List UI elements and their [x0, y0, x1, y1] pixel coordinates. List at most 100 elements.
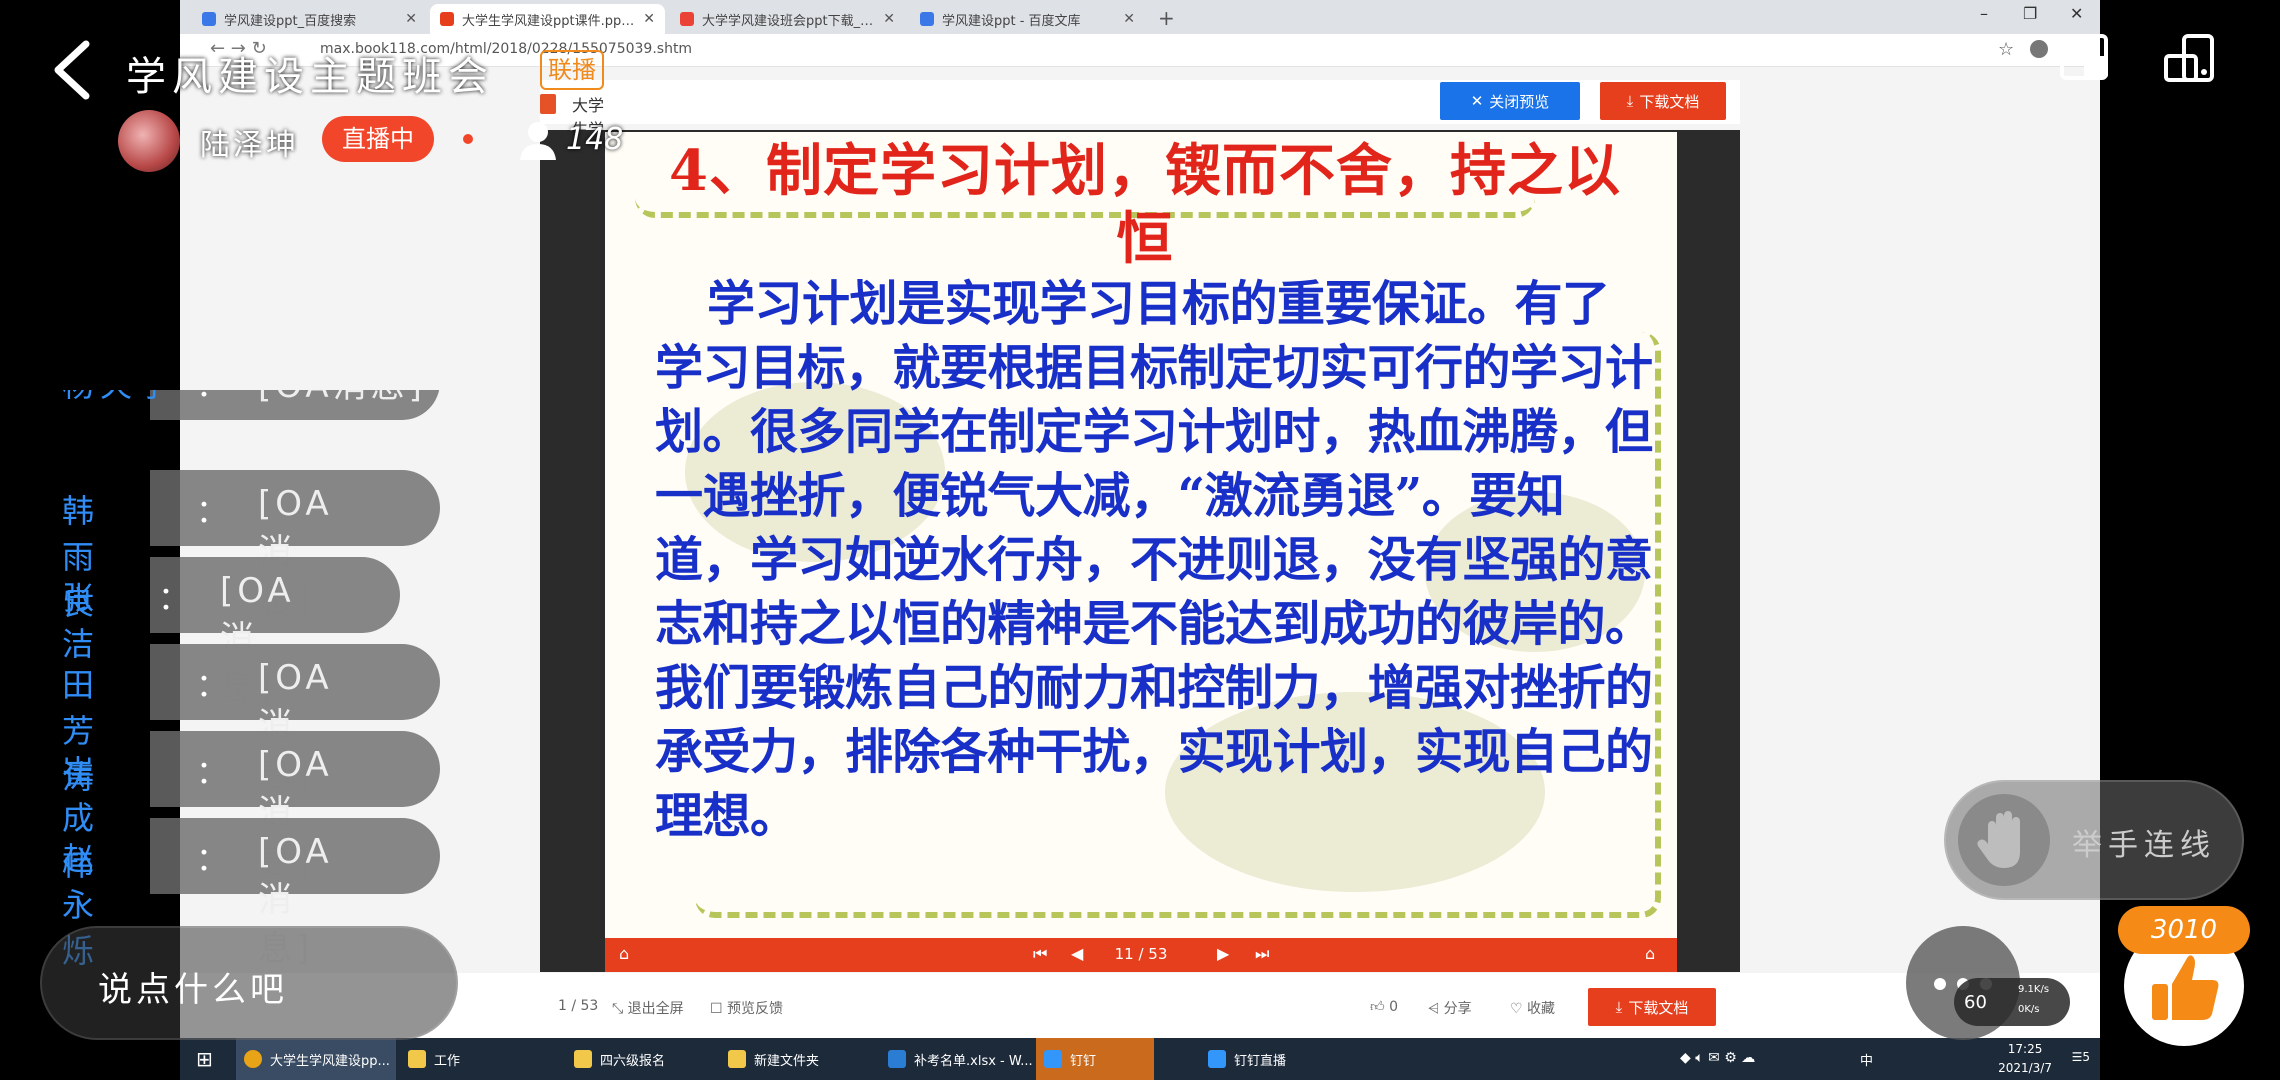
chat-message: 杨天宇 ： [OA消息]: [0, 390, 460, 420]
system-tray-icons[interactable]: ◆ 🔈︎ ✉ ⚙ ☁: [1680, 1050, 1755, 1066]
download-label: 下载文档: [1628, 998, 1689, 1017]
taskbar-item-label: 四六级报名: [600, 1053, 666, 1069]
start-button[interactable]: ⊞: [188, 1038, 228, 1080]
close-icon: ✕: [1470, 92, 1484, 110]
folder-icon: [728, 1050, 746, 1068]
close-preview-label: 关闭预览: [1489, 92, 1550, 111]
chat-separator: ：: [196, 390, 228, 406]
word-icon: [888, 1050, 906, 1068]
taskbar-item-label: 新建文件夹: [754, 1053, 820, 1069]
book118-icon: [440, 12, 454, 26]
slide-body-text: 学习计划是实现学习目标的重要保证。有了学习目标，就要根据目标制定切实可行的学习计…: [655, 276, 1653, 844]
host-name[interactable]: 陆泽坤: [200, 120, 299, 164]
close-icon[interactable]: ✕: [1123, 11, 1135, 27]
chat-username[interactable]: 杨天宇: [62, 390, 176, 406]
last-page-icon[interactable]: ⏭: [1255, 944, 1269, 964]
upload-speed: 9.1K/s: [2018, 984, 2050, 995]
share-button[interactable]: ⩤ 分享: [1428, 998, 1472, 1018]
taskbar-item-dingtalk[interactable]: 钉钉: [1036, 1038, 1154, 1080]
taskbar-item-folder-new[interactable]: 新建文件夹: [720, 1038, 880, 1080]
raise-hand-button[interactable]: 举手连线: [1944, 780, 2244, 900]
notification-count: 5: [2082, 1050, 2090, 1064]
maximize-button[interactable]: ❐: [2023, 4, 2037, 23]
notification-icon[interactable]: ☰5: [2072, 1050, 2090, 1064]
like-count: 3010: [2118, 906, 2250, 954]
dot: [1934, 978, 1946, 990]
new-tab-button[interactable]: +: [1158, 6, 1175, 30]
fps-value: 60: [1964, 992, 1987, 1013]
browser-tab-4[interactable]: 学风建设ppt - 百度文库 ✕: [910, 4, 1145, 34]
folder-icon: [574, 1050, 592, 1068]
live-status-badge: 直播中: [322, 116, 434, 162]
close-icon[interactable]: ✕: [883, 11, 895, 27]
baidu-wenku-icon: [920, 12, 934, 26]
exit-fullscreen-icon: ⤡: [612, 1001, 628, 1017]
raise-hand-label: 举手连线: [2072, 828, 2216, 863]
like-doc-button[interactable]: 👍︎ 0: [1370, 998, 1398, 1015]
taskbar-item-dingtalk-live[interactable]: 钉钉直播: [1200, 1038, 1350, 1080]
taskbar-item-folder-cet[interactable]: 四六级报名: [566, 1038, 726, 1080]
raise-hand-icon-circle: [1958, 794, 2050, 886]
profile-icon[interactable]: [2030, 40, 2048, 58]
link-broadcast-tag: 联播: [540, 50, 604, 90]
browser-tab-1[interactable]: 学风建设ppt_百度搜索 ✕: [192, 4, 427, 34]
browser-tab-3[interactable]: 大学学风建设班会ppt下载_PPT ✕: [670, 4, 905, 34]
collect-button[interactable]: ♡ 收藏: [1510, 998, 1555, 1018]
page-indicator: 11 / 53: [1114, 945, 1168, 963]
feedback-icon: ☐: [710, 1001, 728, 1017]
page-count: 1 / 53: [558, 998, 599, 1014]
next-page-icon[interactable]: ▶: [1217, 944, 1229, 963]
download-speed: 0K/s: [2018, 1004, 2040, 1015]
taskbar-clock[interactable]: 17:25 2021/3/7: [1998, 1040, 2052, 1078]
shared-screen: 学风建设ppt_百度搜索 ✕ 大学生学风建设ppt课件.ppt-原创 ✕ 大学学…: [180, 0, 2100, 1080]
download-button-bottom[interactable]: ⤓ 下载文档: [1588, 988, 1716, 1026]
back-arrow-icon[interactable]: [50, 38, 94, 102]
fullscreen-icon[interactable]: ⌂: [1645, 944, 1655, 963]
windows-logo-icon: ⊞: [196, 1047, 213, 1071]
picture-in-picture-icon[interactable]: [2058, 30, 2112, 84]
viewer-person-icon: [520, 122, 556, 160]
host-avatar[interactable]: [118, 110, 180, 172]
chat-input-placeholder: 说点什么吧: [98, 970, 288, 1010]
chat-separator: ：: [196, 666, 229, 704]
chat-message-text: [OA消息]: [258, 390, 426, 407]
close-icon[interactable]: ✕: [405, 11, 417, 27]
taskbar-item-label: 工作: [434, 1053, 461, 1069]
document-bottom-bar: 1 / 53 ⤡ 退出全屏 ☐ 预览反馈 👍︎ 0 ⩤ 分享 ♡ 收藏 ⤓ 下载…: [180, 974, 2100, 1038]
chat-separator: ：: [196, 840, 229, 878]
rotate-screen-icon[interactable]: [2162, 30, 2218, 84]
taskbar-item-label: 大学生学风建设pp...: [270, 1053, 390, 1069]
browser-tab-2[interactable]: 大学生学风建设ppt课件.ppt-原创 ✕: [430, 4, 665, 34]
taskbar-item-label: 钉钉: [1070, 1053, 1097, 1069]
slide-title: 4、制定学习计划，锲而不舍，持之以恒: [669, 138, 1621, 272]
thumbs-up-icon: 👍︎: [1370, 999, 1390, 1015]
taskbar-item-folder-work[interactable]: 工作: [400, 1038, 560, 1080]
baidu-icon: [202, 12, 216, 26]
star-icon[interactable]: ☆: [1998, 39, 2014, 60]
folder-icon: [408, 1050, 426, 1068]
network-speed-widget: 60 9.1K/s 0K/s: [1954, 978, 2070, 1026]
taskbar-item-word[interactable]: 补考名单.xlsx - W...: [880, 1038, 1040, 1080]
exit-fullscreen-button[interactable]: ⤡ 退出全屏: [612, 998, 684, 1018]
browser-tab-label: 大学生学风建设ppt课件.ppt-原创: [462, 13, 637, 29]
taskbar-item-label: 补考名单.xlsx - W...: [914, 1053, 1033, 1069]
slide: 4、制定学习计划，锲而不舍，持之以恒 学习计划是实现学习目标的重要保证。有了学习…: [605, 132, 1677, 938]
window-close-button[interactable]: ✕: [2070, 4, 2083, 23]
download-button-top[interactable]: ⤓ 下载文档: [1600, 82, 1726, 120]
ime-indicator[interactable]: 中: [1860, 1050, 1873, 1069]
taskbar-item-chrome[interactable]: 大学生学风建设pp...: [236, 1038, 396, 1080]
chat-input[interactable]: 说点什么吧: [40, 926, 458, 1040]
close-preview-button[interactable]: ✕ 关闭预览: [1440, 82, 1580, 120]
clock-date: 2021/3/7: [1998, 1061, 2052, 1075]
viewer-count: 148: [566, 122, 624, 157]
slide-navigation-bar: ⌂ ⏮ ◀ 11 / 53 ▶ ⏭ ⌂: [605, 938, 1677, 972]
taskbar-item-label: 钉钉直播: [1234, 1053, 1287, 1069]
feedback-button[interactable]: ☐ 预览反馈: [710, 998, 783, 1018]
minimize-button[interactable]: –: [1980, 4, 1988, 23]
browser-tab-label: 学风建设ppt_百度搜索: [224, 13, 357, 29]
chat-username[interactable]: 张洁: [62, 573, 100, 665]
dingtalk-icon: [1044, 1050, 1062, 1068]
browser-tab-label: 大学学风建设班会ppt下载_PPT: [702, 13, 878, 29]
live-room-title: 学风建设主题班会: [126, 54, 494, 100]
close-icon[interactable]: ✕: [643, 11, 655, 27]
